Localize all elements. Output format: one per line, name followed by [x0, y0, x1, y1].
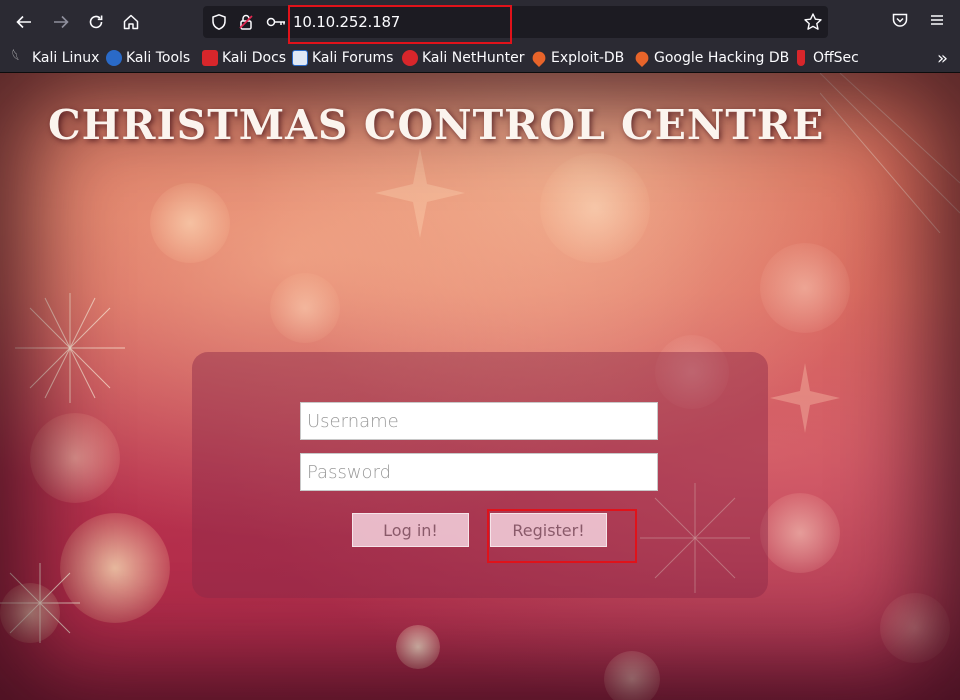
- bokeh-light: [760, 493, 840, 573]
- star-sparkle-icon: [375, 148, 465, 238]
- bookmark-google-hacking-db[interactable]: Google Hacking DB: [632, 48, 789, 68]
- bookmarks-overflow-chevron-icon[interactable]: »: [937, 48, 948, 69]
- register-button[interactable]: Register!: [490, 513, 607, 547]
- kali-tools-icon: [106, 50, 122, 66]
- page-viewport: CHRISTMAS CONTROL CENTRE Log in! Registe…: [0, 73, 960, 700]
- page-title: CHRISTMAS CONTROL CENTRE: [48, 101, 825, 149]
- ghdb-icon: [632, 48, 652, 68]
- bokeh-light: [30, 413, 120, 503]
- bokeh-light: [396, 625, 440, 669]
- bookmark-kali-docs[interactable]: Kali Docs: [202, 48, 286, 68]
- shield-icon[interactable]: [210, 13, 228, 31]
- password-input[interactable]: [300, 453, 658, 491]
- insecure-lock-icon[interactable]: [237, 13, 255, 31]
- starburst-sparkle-icon: [15, 293, 125, 403]
- bookmarks-bar: 𓆩 Kali Linux Kali Tools Kali Docs Kali F…: [0, 44, 960, 73]
- browser-toolbar: 10.10.252.187: [0, 0, 960, 44]
- kali-forums-icon: [292, 50, 308, 66]
- bookmark-kali-forums[interactable]: Kali Forums: [292, 48, 393, 68]
- exploit-db-icon: [529, 48, 549, 68]
- bookmark-offsec[interactable]: OffSec: [793, 48, 859, 68]
- bookmark-kali-nethunter[interactable]: Kali NetHunter: [402, 48, 524, 68]
- bokeh-light: [760, 243, 850, 333]
- bookmark-exploit-db[interactable]: Exploit-DB: [529, 48, 624, 68]
- bokeh-light: [540, 153, 650, 263]
- kali-dragon-icon: 𓆩: [12, 50, 20, 65]
- bokeh-light: [0, 583, 60, 643]
- bokeh-light: [880, 593, 950, 663]
- bokeh-light: [604, 651, 660, 700]
- forward-arrow-icon[interactable]: [48, 9, 74, 35]
- bokeh-light: [270, 273, 340, 343]
- back-arrow-icon[interactable]: [11, 9, 37, 35]
- url-bar[interactable]: 10.10.252.187: [203, 6, 828, 38]
- hamburger-menu-icon[interactable]: [928, 11, 950, 33]
- bokeh-light: [150, 183, 230, 263]
- bookmark-kali-tools[interactable]: Kali Tools: [106, 48, 190, 68]
- username-input[interactable]: [300, 402, 658, 440]
- url-text[interactable]: 10.10.252.187: [293, 13, 400, 31]
- bookmark-star-icon[interactable]: [803, 12, 823, 32]
- bokeh-light: [60, 513, 170, 623]
- starburst-sparkle-icon: [0, 563, 80, 643]
- home-icon[interactable]: [118, 9, 144, 35]
- login-button[interactable]: Log in!: [352, 513, 469, 547]
- nethunter-icon: [402, 50, 418, 66]
- login-panel: Log in! Register!: [192, 352, 768, 598]
- key-icon[interactable]: [265, 13, 287, 31]
- kali-docs-icon: [202, 50, 218, 66]
- light-streak-icon: [820, 73, 960, 233]
- reload-icon[interactable]: [83, 9, 109, 35]
- star-sparkle-icon: [770, 363, 840, 433]
- bookmark-kali-linux[interactable]: 𓆩 Kali Linux: [12, 48, 99, 68]
- offsec-icon: [797, 50, 805, 66]
- pocket-icon[interactable]: [891, 11, 913, 33]
